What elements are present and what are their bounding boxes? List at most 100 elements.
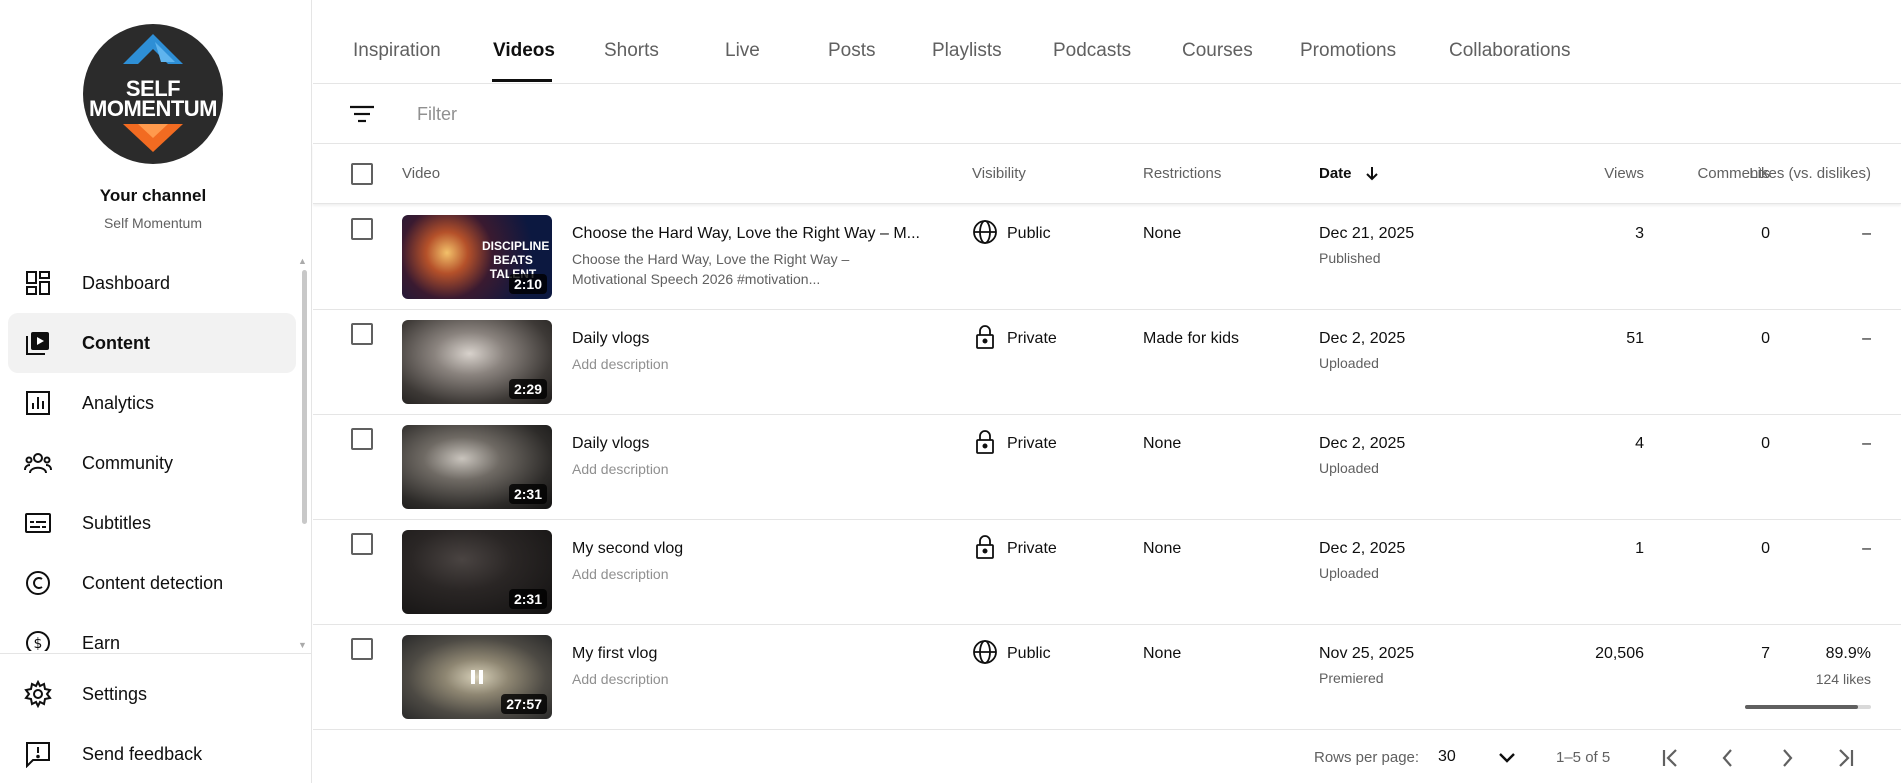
comments-value: 0 [1761, 540, 1770, 557]
comments-value: 0 [1761, 330, 1770, 347]
tab-courses[interactable]: Courses [1182, 40, 1253, 62]
tab-promotions[interactable]: Promotions [1300, 40, 1396, 62]
video-title[interactable]: My first vlog [572, 645, 922, 663]
sidebar-item-label: Analytics [82, 392, 155, 413]
tab-podcasts[interactable]: Podcasts [1053, 40, 1131, 62]
previous-page-icon[interactable] [1713, 743, 1743, 773]
table-row[interactable]: 2:29 Daily vlogs Add description Private… [313, 310, 1901, 415]
video-title[interactable]: Daily vlogs [572, 330, 922, 348]
table-row[interactable]: 2:31 My second vlog Add description Priv… [313, 520, 1901, 625]
gear-icon [24, 680, 52, 708]
table-row[interactable]: DISCIPLINE BEATS TALENT 2:10 Choose the … [313, 205, 1901, 310]
sidebar-item-earn[interactable]: $ Earn [8, 613, 296, 651]
table-row[interactable]: 27:57 My first vlog Add description Publ… [313, 625, 1901, 730]
subtitles-icon [24, 509, 52, 537]
views-value: 1 [1635, 540, 1644, 557]
column-header-visibility[interactable]: Visibility [972, 165, 1026, 182]
lock-icon[interactable] [972, 534, 998, 560]
filter-bar [313, 84, 1901, 144]
sidebar-scrollbar[interactable] [300, 258, 308, 650]
likes-value: – [1862, 540, 1871, 557]
video-duration: 2:10 [508, 274, 547, 294]
date-value: Dec 2, 2025 [1319, 540, 1406, 557]
column-header-likes[interactable]: Likes (vs. dislikes) [1749, 165, 1871, 182]
dashboard-icon [24, 269, 52, 297]
channel-logo[interactable]: SELF MOMENTUM [83, 24, 223, 164]
filter-icon[interactable] [349, 102, 375, 126]
lock-icon[interactable] [972, 324, 998, 350]
visibility-label: Public [1007, 225, 1051, 242]
restrictions-value: None [1143, 225, 1182, 242]
date-value: Dec 2, 2025 [1319, 330, 1406, 347]
tab-shorts[interactable]: Shorts [604, 40, 659, 62]
video-title[interactable]: Choose the Hard Way, Love the Right Way … [572, 225, 922, 243]
column-header-restrictions[interactable]: Restrictions [1143, 165, 1221, 182]
tab-collaborations[interactable]: Collaborations [1449, 40, 1570, 62]
next-page-icon[interactable] [1772, 743, 1802, 773]
tab-playlists[interactable]: Playlists [932, 40, 1002, 62]
sidebar-item-analytics[interactable]: Analytics [8, 373, 296, 433]
tab-inspiration[interactable]: Inspiration [353, 40, 441, 62]
video-thumbnail[interactable]: DISCIPLINE BEATS TALENT 2:10 [402, 215, 552, 299]
select-all-checkbox[interactable] [351, 163, 373, 185]
restrictions-value: None [1143, 435, 1182, 452]
chevron-down-icon[interactable] [1495, 745, 1519, 769]
views-value: 51 [1626, 330, 1644, 347]
tab-posts[interactable]: Posts [828, 40, 876, 62]
row-checkbox[interactable] [351, 533, 373, 555]
video-thumbnail[interactable]: 27:57 [402, 635, 552, 719]
tab-videos[interactable]: Videos [493, 40, 555, 62]
sidebar-item-settings[interactable]: Settings [8, 666, 296, 722]
active-tab-indicator [492, 79, 552, 82]
scroll-down-arrow-icon[interactable]: ▼ [298, 640, 307, 650]
video-description[interactable]: Add description [572, 669, 872, 689]
sidebar-item-label: Community [82, 452, 174, 473]
sidebar-item-content[interactable]: Content [8, 313, 296, 373]
earn-icon: $ [24, 629, 52, 651]
date-value: Dec 2, 2025 [1319, 435, 1406, 452]
globe-icon[interactable] [972, 639, 998, 665]
row-checkbox[interactable] [351, 323, 373, 345]
row-checkbox[interactable] [351, 218, 373, 240]
likes-ratio-fill [1745, 705, 1859, 709]
sidebar-item-subtitles[interactable]: Subtitles [8, 493, 296, 553]
sidebar-item-send-feedback[interactable]: Send feedback [8, 726, 296, 782]
video-thumbnail[interactable]: 2:31 [402, 425, 552, 509]
sidebar: SELF MOMENTUM Your channel Self Momentum… [0, 0, 312, 783]
video-duration: 2:31 [508, 484, 547, 504]
channel-title: Your channel [99, 186, 207, 205]
column-header-date[interactable]: Date [1319, 165, 1380, 185]
rows-per-page-select[interactable]: 30 [1438, 748, 1456, 766]
table-row[interactable]: 2:31 Daily vlogs Add description Private… [313, 415, 1901, 520]
video-title[interactable]: Daily vlogs [572, 435, 922, 453]
channel-name: Self Momentum [103, 215, 203, 231]
row-checkbox[interactable] [351, 638, 373, 660]
video-description[interactable]: Choose the Hard Way, Love the Right Way … [572, 249, 872, 289]
last-page-icon[interactable] [1830, 743, 1860, 773]
likes-value: – [1862, 435, 1871, 452]
filter-input[interactable] [417, 100, 917, 128]
sidebar-item-dashboard[interactable]: Dashboard [8, 253, 296, 313]
restrictions-value: Made for kids [1143, 330, 1240, 347]
restrictions-value: None [1143, 540, 1182, 557]
pause-icon[interactable] [470, 669, 484, 685]
globe-icon[interactable] [972, 219, 998, 245]
column-header-views[interactable]: Views [1604, 165, 1644, 182]
lock-icon[interactable] [972, 429, 998, 455]
sort-down-arrow-icon[interactable] [1364, 165, 1380, 185]
logo-text-line2: MOMENTUM [89, 96, 217, 121]
video-title[interactable]: My second vlog [572, 540, 922, 558]
sidebar-item-community[interactable]: Community [8, 433, 296, 493]
sidebar-item-content-detection[interactable]: Content detection [8, 553, 296, 613]
views-value: 3 [1635, 225, 1644, 242]
row-checkbox[interactable] [351, 428, 373, 450]
video-duration: 2:31 [508, 589, 547, 609]
video-thumbnail[interactable]: 2:29 [402, 320, 552, 404]
video-thumbnail[interactable]: 2:31 [402, 530, 552, 614]
video-description[interactable]: Add description [572, 459, 872, 479]
video-description[interactable]: Add description [572, 564, 872, 584]
video-description[interactable]: Add description [572, 354, 872, 374]
tab-live[interactable]: Live [725, 40, 760, 62]
first-page-icon[interactable] [1656, 743, 1686, 773]
sidebar-scrollbar-thumb[interactable] [302, 270, 307, 524]
